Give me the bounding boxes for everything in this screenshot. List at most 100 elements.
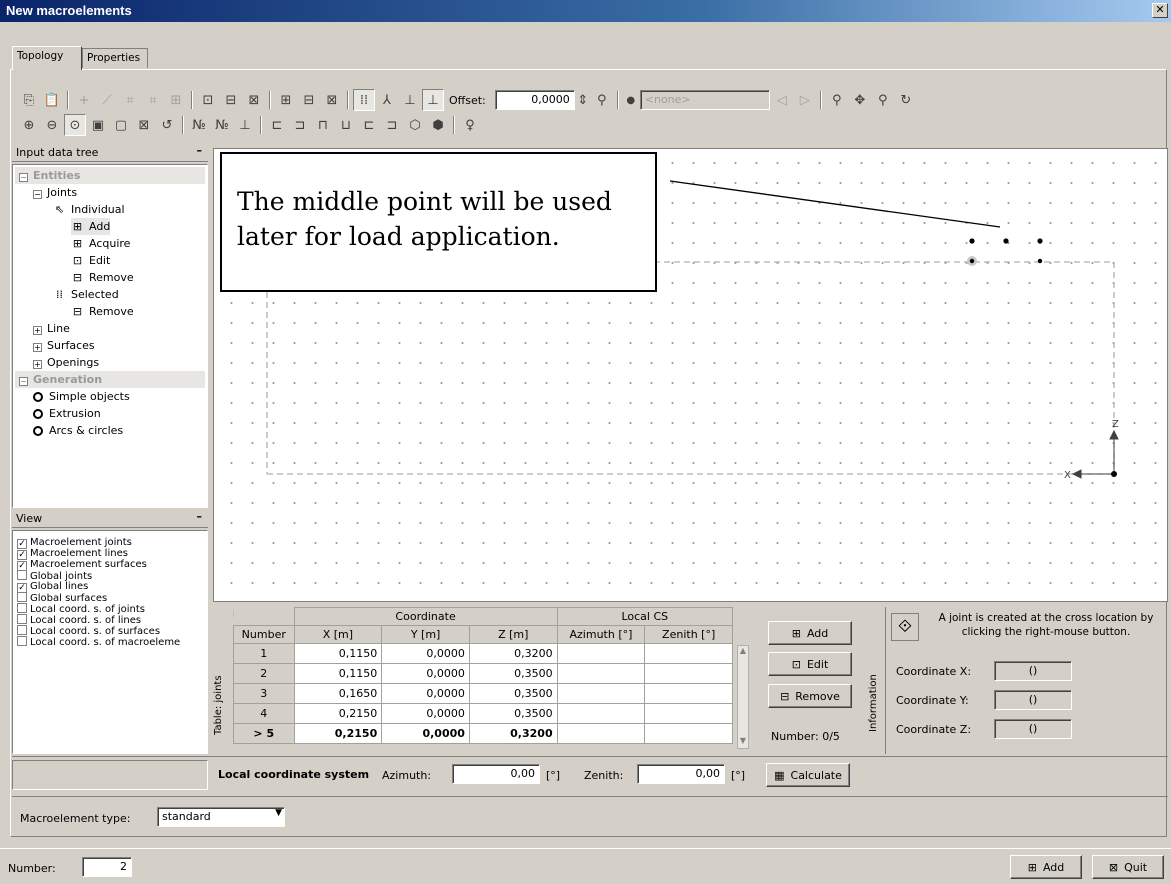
box-plus-icon[interactable]: ⊞ xyxy=(275,89,297,111)
move-icon[interactable]: ✥ xyxy=(849,89,871,111)
add-point-icon[interactable]: + xyxy=(73,89,95,111)
tree-line[interactable]: + Line xyxy=(33,320,70,337)
col-zenith[interactable]: Zenith [°] xyxy=(644,625,733,644)
next-icon[interactable]: ▷ xyxy=(794,89,816,111)
close-icon[interactable]: ✕ xyxy=(1152,3,1168,18)
frame-a-icon[interactable]: ⊡ xyxy=(197,89,219,111)
bulb-icon[interactable]: ♀ xyxy=(459,114,481,136)
tree-extrusion[interactable]: Extrusion xyxy=(33,405,101,422)
view-3d-icon[interactable]: ⬡ xyxy=(404,114,426,136)
pin-icon[interactable]: ⚲ xyxy=(591,89,613,111)
table-row[interactable]: 2 0,1150 0,0000 0,3500 xyxy=(233,663,733,684)
view-item[interactable]: Local coord. s. of macroeleme xyxy=(17,636,180,648)
tree-simple-objects[interactable]: Simple objects xyxy=(33,388,130,405)
zoom-window-icon[interactable]: ⊙ xyxy=(64,114,86,136)
zoom-prev-icon[interactable]: ↺ xyxy=(156,114,178,136)
zenith-input[interactable]: 0,00 xyxy=(637,764,725,784)
view-xz-icon[interactable]: ⊏ xyxy=(266,114,288,136)
quit-button[interactable]: ⊠ Quit xyxy=(1092,855,1164,879)
col-x[interactable]: X [m] xyxy=(293,625,383,644)
axes-c-icon[interactable]: ⊥ xyxy=(422,89,444,111)
calculate-button[interactable]: ▦ Calculate xyxy=(766,763,850,787)
view-item[interactable]: Local coord. s. of surfaces xyxy=(17,625,160,637)
tab-topology[interactable]: Topology xyxy=(12,46,82,70)
view-yx-icon[interactable]: ⊐ xyxy=(381,114,403,136)
box-star-icon[interactable]: ⊠ xyxy=(321,89,343,111)
frame-c-icon[interactable]: ⊠ xyxy=(243,89,265,111)
view-xy-icon[interactable]: ⊏ xyxy=(358,114,380,136)
tree-selected-remove[interactable]: ⊟ Remove xyxy=(71,303,134,320)
view-zy-icon[interactable]: ⊔ xyxy=(335,114,357,136)
grid-snap-icon[interactable]: ⁞⁞ xyxy=(353,89,375,111)
spinner-icon[interactable]: ⇕ xyxy=(576,89,590,111)
zoom-cursor-icon[interactable]: ⚲ xyxy=(872,89,894,111)
view-item[interactable]: Local coord. s. of lines xyxy=(17,614,141,626)
tree-entities[interactable]: − Entities xyxy=(15,167,205,184)
edit-joint-button[interactable]: ⊡ Edit xyxy=(768,652,852,676)
numbering2-icon[interactable]: № xyxy=(211,114,233,136)
tree-edit[interactable]: ⊡ Edit xyxy=(71,252,110,269)
tree-acquire[interactable]: ⊞ Acquire xyxy=(71,235,131,252)
tree-arcs-circles[interactable]: Arcs & circles xyxy=(33,422,123,439)
tree-generation[interactable]: − Generation xyxy=(15,371,205,388)
table-row[interactable]: 3 0,1650 0,0000 0,3500 xyxy=(233,683,733,704)
tree-surfaces[interactable]: + Surfaces xyxy=(33,337,95,354)
tree-add[interactable]: ⊞ Add xyxy=(71,218,111,235)
paste-icon[interactable]: 📋 xyxy=(41,89,63,111)
table-row[interactable]: 1 0,1150 0,0000 0,3200 xyxy=(233,643,733,664)
tree-selected[interactable]: ⁞⁞ Selected xyxy=(53,286,119,303)
zoom-out-icon[interactable]: ⊖ xyxy=(41,114,63,136)
col-y[interactable]: Y [m] xyxy=(381,625,470,644)
zoom-all-icon[interactable]: ▣ xyxy=(87,114,109,136)
table-scrollbar[interactable]: ▲ ▼ xyxy=(737,645,749,749)
footer-number-input[interactable]: 2 xyxy=(82,857,132,877)
rect-icon[interactable]: ⌗ xyxy=(119,89,141,111)
tree-remove[interactable]: ⊟ Remove xyxy=(71,269,134,286)
table-row[interactable]: > 5 0,2150 0,0000 0,3200 xyxy=(233,723,733,744)
view-item[interactable]: ✓ Macroelement surfaces xyxy=(17,559,147,571)
axes-icon[interactable]: ⊥ xyxy=(234,114,256,136)
view-yz-icon[interactable]: ⊓ xyxy=(312,114,334,136)
col-azimuth[interactable]: Azimuth [°] xyxy=(556,625,646,644)
box-minus-icon[interactable]: ⊟ xyxy=(298,89,320,111)
none-select[interactable]: <none> xyxy=(639,90,770,110)
view-item[interactable]: Global joints xyxy=(17,570,92,582)
footer-add-button[interactable]: ⊞ Add xyxy=(1010,855,1082,879)
remove-joint-button[interactable]: ⊟ Remove xyxy=(768,684,852,708)
drawing-canvas[interactable]: Z X The middle point will be used later … xyxy=(213,148,1168,602)
prev-icon[interactable]: ◁ xyxy=(771,89,793,111)
view-item[interactable]: ✓ Macroelement lines xyxy=(17,548,128,560)
offset-input[interactable]: 0,0000 xyxy=(494,90,575,110)
macro-type-select[interactable]: standard ▼ xyxy=(157,807,285,827)
zoom-in-icon[interactable]: ⊕ xyxy=(18,114,40,136)
minimize-icon[interactable]: – xyxy=(197,144,203,157)
col-z[interactable]: Z [m] xyxy=(468,625,558,644)
zoom-box-icon[interactable]: ⊠ xyxy=(133,114,155,136)
view-item[interactable]: ✓ Global lines xyxy=(17,581,88,593)
axes-a-icon[interactable]: ⅄ xyxy=(376,89,398,111)
numbering-icon[interactable]: № xyxy=(188,114,210,136)
add-joint-button[interactable]: ⊞ Add xyxy=(768,621,852,645)
axes-b-icon[interactable]: ⊥ xyxy=(399,89,421,111)
zoom-fit-icon[interactable]: ▢ xyxy=(110,114,132,136)
view-item[interactable]: ✓ Macroelement joints xyxy=(17,537,132,549)
tab-properties[interactable]: Properties xyxy=(82,48,148,68)
col-number[interactable]: Number xyxy=(233,625,295,644)
skew-icon[interactable]: ⌗ xyxy=(142,89,164,111)
view-solid-icon[interactable]: ⬢ xyxy=(427,114,449,136)
minimize-icon[interactable]: – xyxy=(197,510,203,523)
tree-joints[interactable]: − Joints xyxy=(33,184,77,201)
view-item[interactable]: Global surfaces xyxy=(17,592,107,604)
tree-openings[interactable]: + Openings xyxy=(33,354,99,371)
pin2-icon[interactable]: ⚲ xyxy=(826,89,848,111)
frame-b-icon[interactable]: ⊟ xyxy=(220,89,242,111)
copy-icon[interactable]: ⎘ xyxy=(18,89,40,111)
view-zx-icon[interactable]: ⊐ xyxy=(289,114,311,136)
table-row[interactable]: 4 0,2150 0,0000 0,3500 xyxy=(233,703,733,724)
azimuth-input[interactable]: 0,00 xyxy=(452,764,540,784)
add-line-icon[interactable]: ⟋ xyxy=(96,89,118,111)
chevron-down-icon[interactable]: ▼ xyxy=(275,808,282,818)
tree-individual[interactable]: ⇖ Individual xyxy=(53,201,125,218)
view-item[interactable]: Local coord. s. of joints xyxy=(17,603,145,615)
rotate-icon[interactable]: ↻ xyxy=(895,89,917,111)
